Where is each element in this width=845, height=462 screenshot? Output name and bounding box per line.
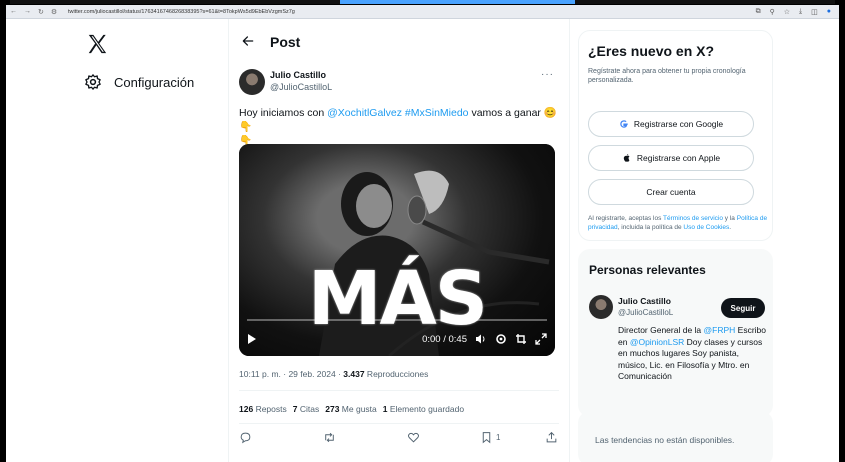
sidebar-item-settings[interactable]: Configuración	[84, 69, 194, 95]
google-icon	[620, 120, 628, 128]
legal-text-part: , incluida la política de	[617, 223, 684, 231]
bio-link[interactable]: @FRPH	[704, 325, 736, 335]
left-navigation: Configuración	[6, 19, 226, 462]
relevant-people-title: Personas relevantes	[589, 263, 706, 277]
page-title: Post	[270, 34, 301, 50]
trends-unavailable-text: Las tendencias no están disponibles.	[595, 435, 735, 445]
back-arrow-icon[interactable]	[241, 34, 255, 48]
quotes-stat[interactable]: 7 Citas	[293, 404, 319, 414]
signup-description: Regístrate ahora para obtener tu propia …	[588, 68, 746, 84]
sidebar-item-label: Configuración	[114, 74, 195, 90]
translate-icon[interactable]: ⧉	[756, 8, 761, 16]
post-stats: 126 Reposts 7 Citas 273 Me gusta 1 Eleme…	[239, 404, 464, 414]
settings-icon[interactable]	[495, 333, 507, 345]
star-icon[interactable]: ☆	[784, 8, 790, 16]
legal-text: Al registrarte, aceptas los Términos de …	[588, 215, 768, 232]
sidebar-icon[interactable]: ◫	[811, 8, 818, 16]
play-icon[interactable]	[247, 333, 257, 345]
browser-tools: ⧉ ⚲ ☆ ⤓ ◫ ●	[756, 8, 839, 16]
bio-link[interactable]: @OpinionLSR	[630, 337, 684, 347]
google-signup-label: Registrarse con Google	[633, 119, 724, 129]
post-text-part: Hoy iniciamos con	[239, 107, 328, 119]
zoom-icon[interactable]: ⚲	[770, 8, 775, 16]
cookies-link[interactable]: Uso de Cookies	[683, 224, 729, 231]
legal-text-part: .	[729, 223, 732, 231]
site-settings-icon[interactable]: ⚙	[51, 8, 57, 16]
create-account-label: Crear cuenta	[646, 187, 696, 197]
terms-link[interactable]: Términos de servicio	[663, 215, 723, 222]
relevant-person-bio: Director General de la @FRPH Escribo en …	[618, 325, 768, 383]
author-name[interactable]: Julio Castillo	[270, 70, 326, 80]
browser-toolbar: ← → ↻ ⚙ twitter.com/juliocastillol/statu…	[6, 5, 839, 19]
signup-title: ¿Eres nuevo en X?	[588, 43, 715, 59]
divider	[239, 423, 559, 424]
bio-text-part: Director General de la	[618, 325, 704, 335]
screenshot-frame: ← → ↻ ⚙ twitter.com/juliocastillol/statu…	[0, 0, 845, 462]
trends-card: Las tendencias no están disponibles.	[578, 411, 773, 462]
hashtag-link[interactable]: #MxSinMiedo	[405, 107, 469, 119]
volume-icon[interactable]	[475, 333, 487, 345]
relevant-people-card: Personas relevantes Julio Castillo @Juli…	[578, 249, 773, 417]
browser-nav: ← → ↻ ⚙	[6, 8, 64, 16]
reposts-stat[interactable]: 126 Reposts	[239, 404, 287, 414]
picture-in-picture-icon[interactable]	[515, 333, 527, 345]
post-timestamp[interactable]: 10:11 p. m. · 29 feb. 2024 ·	[239, 369, 343, 379]
bookmarks-stat[interactable]: 1 Elemento guardado	[383, 404, 464, 414]
bookmark-icon	[482, 432, 491, 444]
share-button[interactable]	[545, 431, 558, 444]
relevant-person-handle[interactable]: @JulioCastilloL	[618, 308, 673, 317]
back-arrow-icon[interactable]: ←	[10, 8, 17, 16]
post-metadata: 10:11 p. m. · 29 feb. 2024 · 3.437 Repro…	[239, 369, 428, 379]
page: Configuración Post Julio Castillo @Julio…	[6, 19, 839, 462]
bookmark-button[interactable]: 1	[480, 431, 500, 444]
signup-card: ¿Eres nuevo en X? Regístrate ahora para …	[578, 30, 773, 241]
gear-icon	[85, 74, 101, 90]
top-strip	[10, 0, 835, 4]
top-highlight	[340, 0, 575, 4]
apple-icon	[623, 153, 630, 162]
apple-signup-label: Registrarse con Apple	[636, 153, 721, 163]
fullscreen-icon[interactable]	[535, 333, 547, 345]
apple-signup-button[interactable]: Registrarse con Apple	[588, 145, 754, 171]
avatar[interactable]	[239, 69, 265, 95]
video-progress-bar[interactable]	[247, 319, 547, 321]
more-options-icon[interactable]: ···	[541, 69, 554, 80]
legal-text-part: Al registrarte, aceptas los	[588, 215, 664, 222]
post-text: Hoy iniciamos con @XochitlGalvez #MxSinM…	[239, 106, 561, 148]
download-icon[interactable]: ⤓	[799, 8, 802, 16]
bookmark-count: 1	[496, 433, 501, 442]
avatar[interactable]	[589, 295, 613, 319]
views-label: Reproducciones	[364, 369, 429, 379]
google-signup-button[interactable]: Registrarse con Google	[588, 111, 754, 137]
forward-arrow-icon[interactable]: →	[24, 8, 31, 16]
right-sidebar: ¿Eres nuevo en X? Regístrate ahora para …	[578, 19, 773, 462]
create-account-button[interactable]: Crear cuenta	[588, 179, 754, 205]
repost-icon	[325, 432, 334, 443]
follow-button[interactable]: Seguir	[721, 298, 765, 318]
likes-stat[interactable]: 273 Me gusta	[325, 404, 377, 414]
share-icon	[546, 431, 557, 443]
video-controls: 0:00 / 0:45	[239, 328, 555, 350]
reply-icon	[240, 432, 251, 444]
legal-text-part: y la	[723, 215, 737, 222]
divider	[239, 390, 559, 391]
author-handle[interactable]: @JulioCastilloL	[270, 82, 332, 92]
x-logo-icon[interactable]	[86, 33, 108, 55]
like-button[interactable]	[407, 431, 420, 444]
video-time: 0:00 / 0:45	[422, 333, 467, 345]
mention-link[interactable]: @XochitlGalvez	[327, 107, 402, 119]
relevant-person-name[interactable]: Julio Castillo	[618, 296, 671, 306]
post-actions: 1	[239, 431, 559, 451]
profile-icon[interactable]: ●	[827, 8, 831, 16]
views-count: 3.437	[343, 369, 365, 379]
address-bar[interactable]: twitter.com/juliocastillol/status/176341…	[64, 9, 756, 15]
reply-button[interactable]	[239, 431, 252, 444]
heart-icon	[407, 432, 420, 443]
reload-icon[interactable]: ↻	[38, 8, 44, 16]
repost-button[interactable]	[323, 431, 336, 444]
video-player[interactable]: MÁS 0:00 / 0:45	[239, 144, 555, 356]
post-column: Post Julio Castillo @JulioCastilloL ··· …	[228, 19, 570, 462]
post-header: Post	[229, 19, 569, 63]
